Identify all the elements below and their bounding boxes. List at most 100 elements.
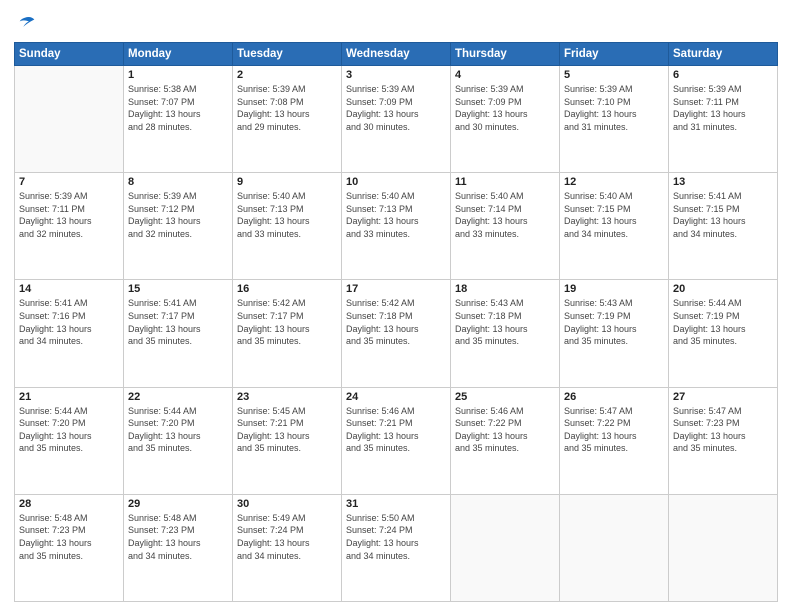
header [14, 10, 778, 36]
day-number: 4 [455, 69, 555, 81]
logo [14, 14, 38, 36]
calendar-cell: 3 Sunrise: 5:39 AMSunset: 7:09 PMDaylight… [342, 66, 451, 173]
day-info: Sunrise: 5:40 AMSunset: 7:13 PMDaylight:… [237, 190, 337, 240]
week-row: 1 Sunrise: 5:38 AMSunset: 7:07 PMDaylight… [15, 66, 778, 173]
day-info: Sunrise: 5:39 AMSunset: 7:11 PMDaylight:… [19, 190, 119, 240]
weekday-header: Wednesday [342, 43, 451, 66]
week-row: 28 Sunrise: 5:48 AMSunset: 7:23 PMDayligh… [15, 494, 778, 601]
calendar-cell [669, 494, 778, 601]
day-number: 12 [564, 176, 664, 188]
day-info: Sunrise: 5:47 AMSunset: 7:22 PMDaylight:… [564, 405, 664, 455]
week-row: 7 Sunrise: 5:39 AMSunset: 7:11 PMDaylight… [15, 173, 778, 280]
day-info: Sunrise: 5:42 AMSunset: 7:18 PMDaylight:… [346, 297, 446, 347]
day-number: 30 [237, 498, 337, 510]
page: SundayMondayTuesdayWednesdayThursdayFrid… [0, 0, 792, 612]
day-number: 24 [346, 391, 446, 403]
calendar-cell: 19Sunrise: 5:43 AMSunset: 7:19 PMDayligh… [560, 280, 669, 387]
day-number: 18 [455, 283, 555, 295]
day-number: 11 [455, 176, 555, 188]
day-info: Sunrise: 5:39 AMSunset: 7:08 PMDaylight:… [237, 83, 337, 133]
day-number: 19 [564, 283, 664, 295]
calendar-cell: 6 Sunrise: 5:39 AMSunset: 7:11 PMDaylight… [669, 66, 778, 173]
day-number: 23 [237, 391, 337, 403]
calendar-cell: 9 Sunrise: 5:40 AMSunset: 7:13 PMDaylight… [233, 173, 342, 280]
day-number: 10 [346, 176, 446, 188]
calendar-cell [15, 66, 124, 173]
calendar-cell: 10Sunrise: 5:40 AMSunset: 7:13 PMDayligh… [342, 173, 451, 280]
day-number: 7 [19, 176, 119, 188]
logo-bird-icon [16, 14, 38, 36]
day-info: Sunrise: 5:38 AMSunset: 7:07 PMDaylight:… [128, 83, 228, 133]
calendar-cell: 20 Sunrise: 5:44 AMSunset: 7:19 PMDayligh… [669, 280, 778, 387]
calendar-cell [451, 494, 560, 601]
day-number: 5 [564, 69, 664, 81]
day-number: 14 [19, 283, 119, 295]
day-info: Sunrise: 5:42 AMSunset: 7:17 PMDaylight:… [237, 297, 337, 347]
day-number: 17 [346, 283, 446, 295]
calendar-cell: 30Sunrise: 5:49 AMSunset: 7:24 PMDayligh… [233, 494, 342, 601]
day-number: 2 [237, 69, 337, 81]
week-row: 21 Sunrise: 5:44 AMSunset: 7:20 PMDayligh… [15, 387, 778, 494]
day-number: 6 [673, 69, 773, 81]
calendar-cell: 23 Sunrise: 5:45 AMSunset: 7:21 PMDayligh… [233, 387, 342, 494]
weekday-header: Thursday [451, 43, 560, 66]
calendar-cell: 27 Sunrise: 5:47 AMSunset: 7:23 PMDayligh… [669, 387, 778, 494]
day-number: 1 [128, 69, 228, 81]
day-info: Sunrise: 5:43 AMSunset: 7:18 PMDaylight:… [455, 297, 555, 347]
calendar-cell: 8Sunrise: 5:39 AMSunset: 7:12 PMDaylight… [124, 173, 233, 280]
day-info: Sunrise: 5:44 AMSunset: 7:20 PMDaylight:… [128, 405, 228, 455]
calendar-cell: 24Sunrise: 5:46 AMSunset: 7:21 PMDayligh… [342, 387, 451, 494]
day-info: Sunrise: 5:39 AMSunset: 7:10 PMDaylight:… [564, 83, 664, 133]
day-number: 22 [128, 391, 228, 403]
day-number: 29 [128, 498, 228, 510]
calendar-cell: 13Sunrise: 5:41 AMSunset: 7:15 PMDayligh… [669, 173, 778, 280]
calendar-cell: 22 Sunrise: 5:44 AMSunset: 7:20 PMDayligh… [124, 387, 233, 494]
day-number: 28 [19, 498, 119, 510]
day-info: Sunrise: 5:39 AMSunset: 7:09 PMDaylight:… [455, 83, 555, 133]
calendar-cell: 25Sunrise: 5:46 AMSunset: 7:22 PMDayligh… [451, 387, 560, 494]
calendar-cell: 29 Sunrise: 5:48 AMSunset: 7:23 PMDayligh… [124, 494, 233, 601]
day-info: Sunrise: 5:40 AMSunset: 7:15 PMDaylight:… [564, 190, 664, 240]
day-info: Sunrise: 5:48 AMSunset: 7:23 PMDaylight:… [128, 512, 228, 562]
calendar-cell: 28 Sunrise: 5:48 AMSunset: 7:23 PMDayligh… [15, 494, 124, 601]
day-number: 8 [128, 176, 228, 188]
calendar-cell [560, 494, 669, 601]
day-info: Sunrise: 5:39 AMSunset: 7:09 PMDaylight:… [346, 83, 446, 133]
calendar-cell: 12 Sunrise: 5:40 AMSunset: 7:15 PMDayligh… [560, 173, 669, 280]
calendar-cell: 26 Sunrise: 5:47 AMSunset: 7:22 PMDayligh… [560, 387, 669, 494]
header-row: SundayMondayTuesdayWednesdayThursdayFrid… [15, 43, 778, 66]
day-info: Sunrise: 5:48 AMSunset: 7:23 PMDaylight:… [19, 512, 119, 562]
day-number: 26 [564, 391, 664, 403]
day-number: 20 [673, 283, 773, 295]
day-info: Sunrise: 5:39 AMSunset: 7:11 PMDaylight:… [673, 83, 773, 133]
day-info: Sunrise: 5:44 AMSunset: 7:19 PMDaylight:… [673, 297, 773, 347]
day-number: 25 [455, 391, 555, 403]
day-number: 31 [346, 498, 446, 510]
day-number: 9 [237, 176, 337, 188]
week-row: 14 Sunrise: 5:41 AMSunset: 7:16 PMDayligh… [15, 280, 778, 387]
calendar-cell: 16 Sunrise: 5:42 AMSunset: 7:17 PMDayligh… [233, 280, 342, 387]
day-info: Sunrise: 5:41 AMSunset: 7:15 PMDaylight:… [673, 190, 773, 240]
day-number: 16 [237, 283, 337, 295]
calendar-cell: 14 Sunrise: 5:41 AMSunset: 7:16 PMDayligh… [15, 280, 124, 387]
calendar-cell: 18 Sunrise: 5:43 AMSunset: 7:18 PMDayligh… [451, 280, 560, 387]
day-info: Sunrise: 5:44 AMSunset: 7:20 PMDaylight:… [19, 405, 119, 455]
calendar: SundayMondayTuesdayWednesdayThursdayFrid… [14, 42, 778, 602]
calendar-cell: 31 Sunrise: 5:50 AMSunset: 7:24 PMDayligh… [342, 494, 451, 601]
calendar-cell: 2 Sunrise: 5:39 AMSunset: 7:08 PMDaylight… [233, 66, 342, 173]
day-number: 21 [19, 391, 119, 403]
weekday-header: Sunday [15, 43, 124, 66]
weekday-header: Tuesday [233, 43, 342, 66]
day-info: Sunrise: 5:47 AMSunset: 7:23 PMDaylight:… [673, 405, 773, 455]
day-info: Sunrise: 5:45 AMSunset: 7:21 PMDaylight:… [237, 405, 337, 455]
day-info: Sunrise: 5:40 AMSunset: 7:14 PMDaylight:… [455, 190, 555, 240]
calendar-cell: 11 Sunrise: 5:40 AMSunset: 7:14 PMDayligh… [451, 173, 560, 280]
day-number: 3 [346, 69, 446, 81]
weekday-header: Friday [560, 43, 669, 66]
calendar-cell: 15Sunrise: 5:41 AMSunset: 7:17 PMDayligh… [124, 280, 233, 387]
calendar-cell: 5 Sunrise: 5:39 AMSunset: 7:10 PMDaylight… [560, 66, 669, 173]
day-info: Sunrise: 5:41 AMSunset: 7:16 PMDaylight:… [19, 297, 119, 347]
weekday-header: Monday [124, 43, 233, 66]
day-info: Sunrise: 5:50 AMSunset: 7:24 PMDaylight:… [346, 512, 446, 562]
day-number: 27 [673, 391, 773, 403]
